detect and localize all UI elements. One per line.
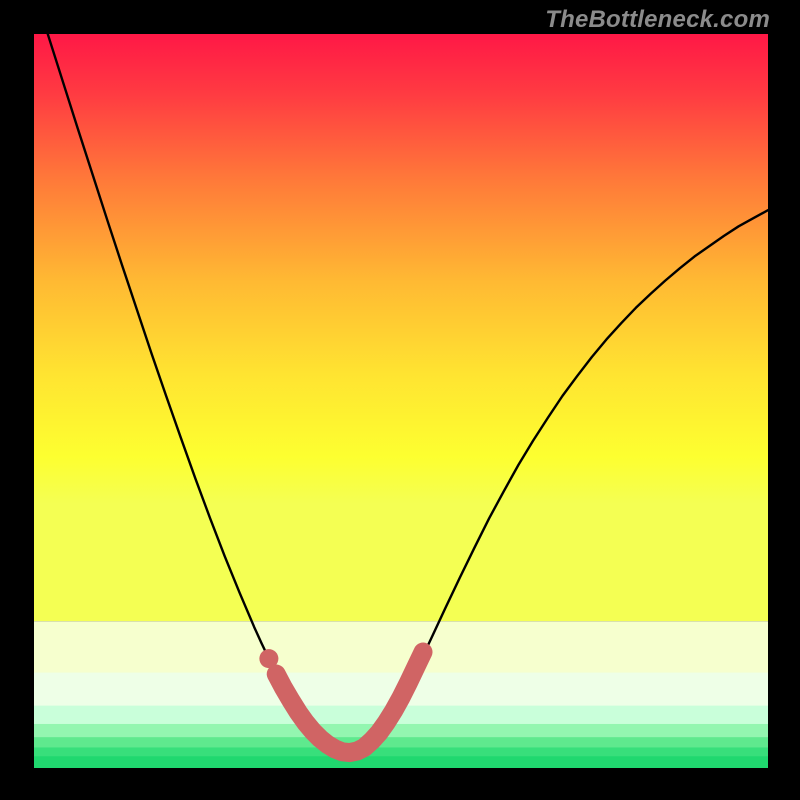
watermark-text: TheBottleneck.com [545, 6, 770, 34]
trough-markers [34, 34, 768, 768]
chart-frame: TheBottleneck.com [0, 0, 800, 800]
plot-area [34, 34, 768, 768]
